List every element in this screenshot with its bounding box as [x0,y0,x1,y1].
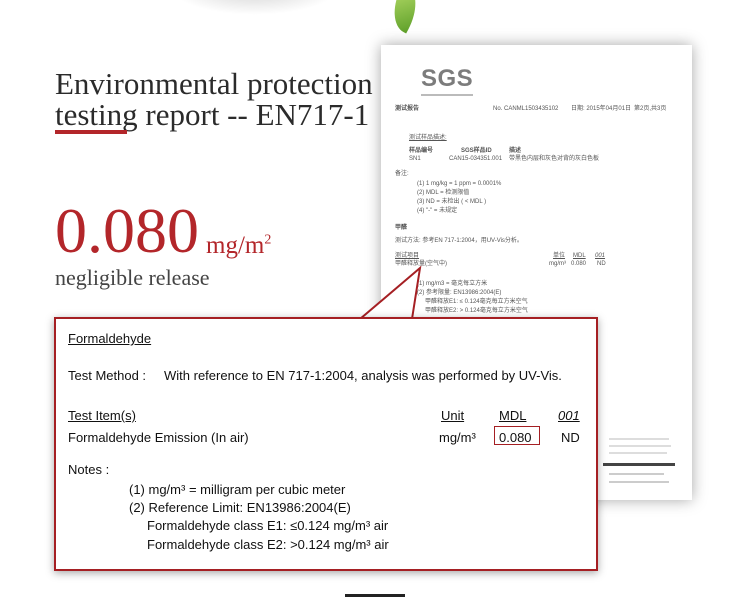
items-col-unit: 单位 [553,253,566,259]
method-text: 测试方法: 参考EN 717-1:2004，用UV-Vis分析。 [395,238,523,244]
sample-cell-2: 带黑色内层和灰色对背的灰白色板 [509,156,600,162]
note-4: Formaldehyde class E2: >0.124 mg/m³ air [147,537,389,552]
report-date: 日期: 2015年04月01日 [571,106,632,112]
report-number: No. CANML1503435102 [493,106,559,112]
sample-section-title: 测试样品描述: [409,135,447,141]
sample-header-1: SGS样品ID [461,148,492,154]
top-shadow-decoration [170,0,340,15]
result-unit-text: mg/m [206,232,265,259]
items-cell-name: 甲醛释放量(空气中) [395,261,447,267]
test-method-label: Test Method : [68,368,147,383]
remark-4: (4) "-" = 未规定 [417,208,458,214]
sample-cell-1: CAN15-034351.001 [449,156,503,162]
title-underline-bar [55,130,127,134]
leaf-decoration [383,0,427,34]
result-unit: mg/m2 [206,232,271,260]
col-mdl: MDL [499,408,527,423]
remark-2: (2) MDL = 检测限值 [417,190,470,196]
footer-line [609,473,664,475]
report-header-left: 测试报告 [395,106,420,112]
result-value: 0.080 [55,195,199,266]
title-line-2: testing report -- EN717-1 [55,97,370,132]
row-sample-result: ND [561,430,580,445]
col-unit: Unit [441,408,465,423]
items-cell-result: ND [597,261,606,267]
callout-title: Formaldehyde [68,331,152,346]
remark-3: (3) ND = 未检出 ( < MDL ) [417,199,487,205]
col-sample-001: 001 [558,408,580,423]
sgs-logo: SGS [421,65,474,92]
result-unit-sup: 2 [264,232,272,248]
footer-stripe [603,463,675,466]
report-note-2: (2) 参考限量: EN13986:2004(E) [417,290,502,296]
test-method-text: With reference to EN 717-1:2004, analysi… [164,368,562,383]
row-mdl-value: 0.080 [499,430,532,445]
items-col-mdl: MDL [573,253,586,259]
footer-line [609,481,669,483]
report-page: 第2页,共3页 [634,106,667,112]
items-cell-unit: mg/m³ [549,261,566,267]
sample-header-2: 描述 [509,148,522,154]
sample-cell-0: SN1 [409,156,421,162]
items-col-sample: 001 [595,253,606,259]
items-label: 测试项目 [395,253,420,259]
footer-line [609,445,671,447]
note-1: (1) mg/m³ = milligram per cubic meter [129,482,346,497]
report-note-4: 甲醛释放E2: > 0.124毫克每立方米空气 [425,308,528,314]
footer-line [609,438,669,440]
result-caption: negligible release [55,265,210,290]
notes-label: Notes : [68,462,110,477]
items-cell-mdl: 0.080 [571,261,587,267]
row-test-item: Formaldehyde Emission (In air) [68,430,249,445]
method-section-label: 甲醛 [395,225,408,231]
title-line-1: Environmental protection [55,66,373,101]
remark-1: (1) 1 mg/kg = 1 ppm = 0.0001% [417,181,502,187]
sample-header-0: 样品编号 [409,148,434,154]
remarks-label: 备注: [395,171,409,177]
note-2: (2) Reference Limit: EN13986:2004(E) [129,500,351,515]
col-test-item: Test Item(s) [68,408,136,423]
note-3: Formaldehyde class E1: ≤0.124 mg/m³ air [147,518,389,533]
report-note-1: (1) mg/m3 = 毫克每立方米 [417,281,488,287]
footer-line [609,452,667,454]
page-title: Environmental protection testing report … [55,68,373,130]
formaldehyde-callout: Formaldehyde Test Method : With referenc… [54,317,598,571]
row-unit: mg/m³ [439,430,476,445]
logo-underline [421,94,473,96]
report-note-3: 甲醛释放E1: ≤ 0.124毫克每立方米空气 [425,299,528,305]
